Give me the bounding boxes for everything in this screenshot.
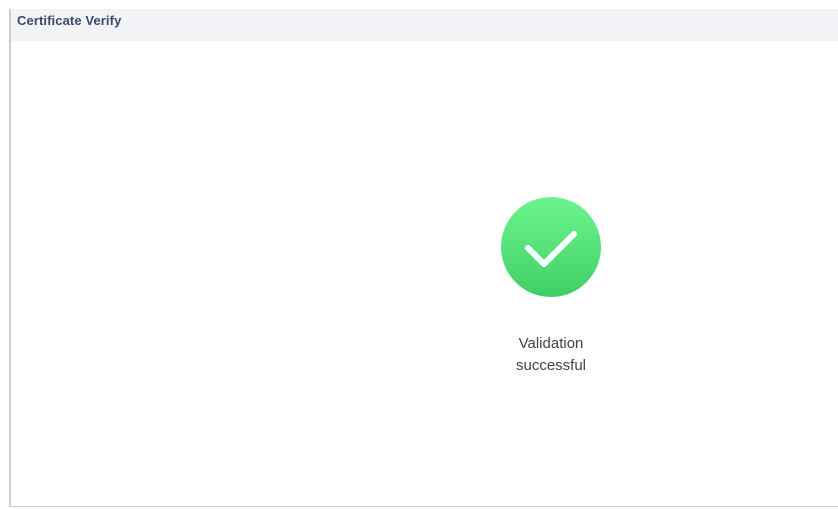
certificate-verify-window: Certificate Verify Validation successful — [9, 9, 838, 507]
title-bar: Certificate Verify — [11, 9, 838, 41]
check-circle-icon — [500, 196, 602, 298]
validation-message-line1: Validation — [518, 335, 584, 352]
window-title: Certificate Verify — [17, 13, 122, 28]
content-area: Validation successful — [11, 41, 838, 506]
validation-message-line2: successful — [515, 357, 587, 374]
validation-message: Validation successful — [451, 333, 651, 377]
